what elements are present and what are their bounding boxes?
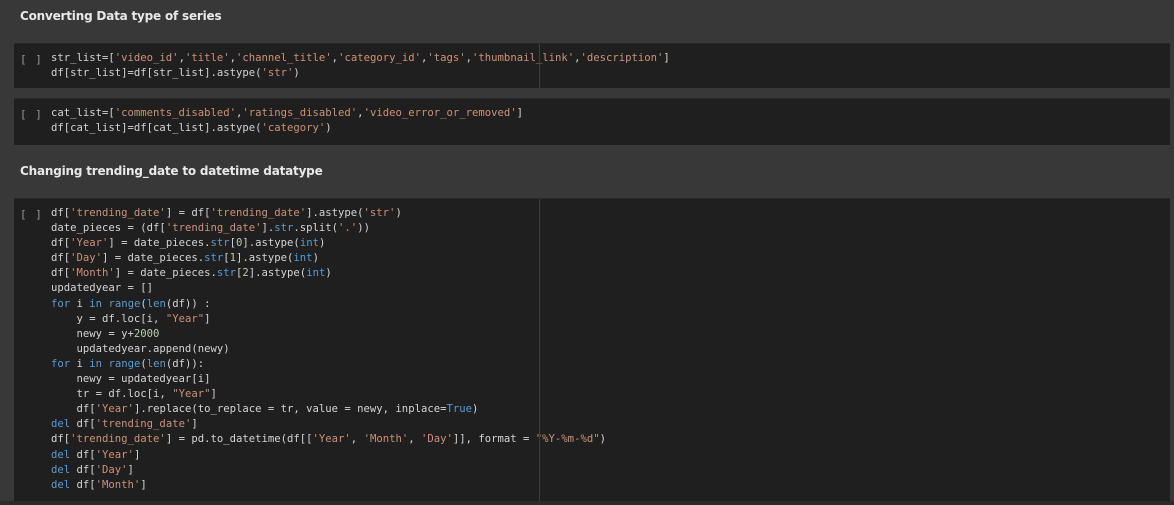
code-line: newy = updatedyear[i] xyxy=(51,373,211,386)
code-editor[interactable]: cat_list=['comments_disabled','ratings_d… xyxy=(51,106,523,136)
code-line: for i in range(len(df)) : xyxy=(51,297,211,310)
code-line: df['Day'] = date_pieces.str[1].astype(in… xyxy=(51,252,319,265)
code-line: newy = y+2000 xyxy=(51,327,160,340)
code-line: del df['Month'] xyxy=(51,478,147,491)
code-line: for i in range(len(df)): xyxy=(51,357,205,370)
code-cell-str-list[interactable]: [ ] str_list=['video_id','title','channe… xyxy=(14,43,1170,88)
run-cell-button[interactable]: [ ] xyxy=(20,53,43,66)
code-line: tr = df.loc[i, "Year"] xyxy=(51,388,217,401)
code-line: df['Year'].replace(to_replace = tr, valu… xyxy=(51,403,479,416)
code-line: df[cat_list]=df[cat_list].astype('catego… xyxy=(51,122,332,135)
code-line: date_pieces = (df['trending_date'].str.s… xyxy=(51,222,370,235)
line-length-ruler xyxy=(539,199,540,501)
notebook: Converting Data type of series [ ] str_l… xyxy=(0,0,1174,505)
code-line: cat_list=['comments_disabled','ratings_d… xyxy=(51,107,524,119)
code-line: del df['Year'] xyxy=(51,448,141,461)
code-cell-trending-date[interactable]: [ ] df['trending_date'] = df['trending_d… xyxy=(14,198,1170,501)
code-line: del df['trending_date'] xyxy=(51,418,198,431)
code-line: del df['Day'] xyxy=(51,463,134,476)
code-line: updatedyear.append(newy) xyxy=(51,342,230,355)
code-line: updatedyear = [] xyxy=(51,282,154,295)
code-line: df['Month'] = date_pieces.str[2].astype(… xyxy=(51,267,332,280)
code-line: df['trending_date'] = df['trending_date'… xyxy=(51,207,402,219)
code-line: y = df.loc[i, "Year"] xyxy=(51,312,211,325)
code-editor[interactable]: str_list=['video_id','title','channel_ti… xyxy=(51,51,670,81)
heading-converting-data-type: Converting Data type of series xyxy=(20,9,222,23)
code-line: df['Year'] = date_pieces.str[0].astype(i… xyxy=(51,237,326,250)
run-cell-button[interactable]: [ ] xyxy=(20,208,43,221)
bottom-scrollbar[interactable] xyxy=(0,501,1174,505)
code-line: df['trending_date'] = pd.to_datetime(df[… xyxy=(51,433,606,446)
run-cell-button[interactable]: [ ] xyxy=(20,108,43,121)
code-line: df[str_list]=df[str_list].astype('str') xyxy=(51,67,300,80)
code-line: str_list=['video_id','title','channel_ti… xyxy=(51,52,670,64)
heading-changing-trending-date: Changing trending_date to datetime datat… xyxy=(20,164,323,178)
code-cell-cat-list[interactable]: [ ] cat_list=['comments_disabled','ratin… xyxy=(14,98,1170,145)
code-editor[interactable]: df['trending_date'] = df['trending_date'… xyxy=(51,206,606,493)
line-length-ruler xyxy=(539,44,540,88)
